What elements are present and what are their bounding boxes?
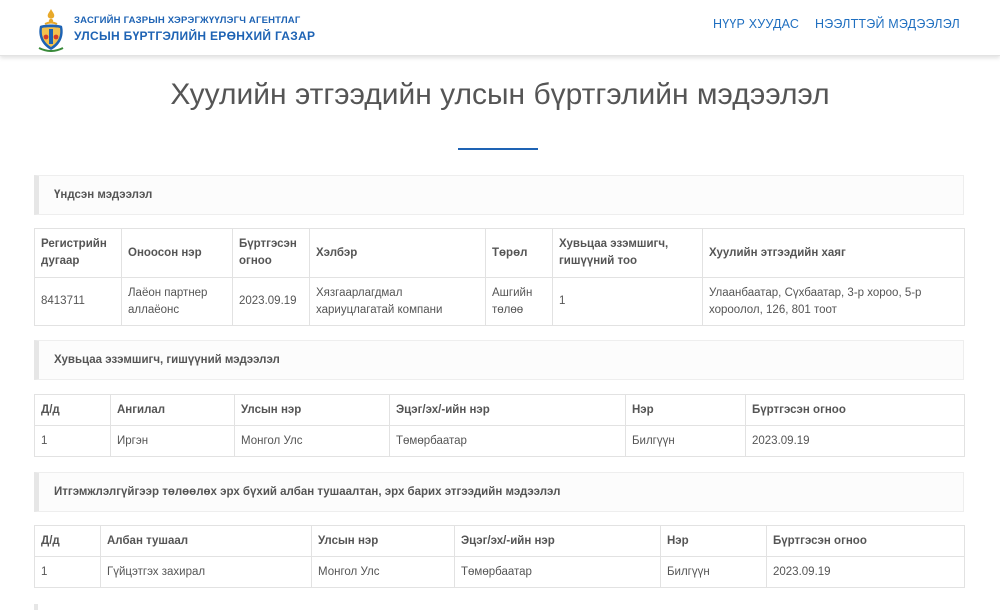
- column-header: Нэр: [625, 394, 746, 426]
- column-header: Бүртгэсэн огноо: [745, 394, 965, 426]
- table-cell: Лаёон партнер аллаёонс: [121, 277, 233, 326]
- column-header: Нэр: [660, 525, 767, 557]
- table-cell: 2023.09.19: [766, 556, 965, 588]
- column-header: Оноосон нэр: [121, 228, 233, 278]
- table-cell: 1: [34, 425, 111, 457]
- table-cell: Монгол Улс: [234, 425, 390, 457]
- agency-line1: ЗАСГИЙН ГАЗРЫН ХЭРЭГЖҮҮЛЭГЧ АГЕНТЛАГ: [74, 15, 301, 26]
- table-row: 8413711 Лаёон партнер аллаёонс 2023.09.1…: [34, 277, 965, 326]
- table-cell: Гүйцэтгэх захирал: [100, 556, 312, 588]
- column-header: Эцэг/эх/-ийн нэр: [454, 525, 661, 557]
- soyombo-emblem-icon[interactable]: [36, 8, 66, 52]
- table-cell: Ашгийн төлөө: [485, 277, 553, 326]
- title-underline: [458, 148, 538, 150]
- table-header-row: Регистрийн дугаар Оноосон нэр Бүртгэсэн …: [34, 228, 965, 278]
- column-header: Улсын нэр: [311, 525, 455, 557]
- basic-info-table: Регистрийн дугаар Оноосон нэр Бүртгэсэн …: [34, 228, 965, 326]
- table-cell: Билгүүн: [625, 425, 746, 457]
- section-basic-info-heading: Үндсэн мэдээлэл: [34, 175, 964, 215]
- site-header: ЗАСГИЙН ГАЗРЫН ХЭРЭГЖҮҮЛЭГЧ АГЕНТЛАГ УЛС…: [0, 0, 1000, 56]
- table-cell: Билгүүн: [660, 556, 767, 588]
- table-cell: Монгол Улс: [311, 556, 455, 588]
- column-header: Улсын нэр: [234, 394, 390, 426]
- table-header-row: Д/д Ангилал Улсын нэр Эцэг/эх/-ийн нэр Н…: [34, 394, 965, 426]
- nav-home-link[interactable]: НҮҮР ХУУДАС: [713, 17, 799, 31]
- next-section-edge: [34, 604, 38, 610]
- table-row: 1 Иргэн Монгол Улс Төмөрбаатар Билгүүн 2…: [34, 425, 965, 457]
- officials-table: Д/д Албан тушаал Улсын нэр Эцэг/эх/-ийн …: [34, 525, 965, 588]
- table-cell: Төмөрбаатар: [454, 556, 661, 588]
- table-cell: Хязгаарлагдмал хариуцлагатай компани: [309, 277, 486, 326]
- agency-line2: УЛСЫН БҮРТГЭЛИЙН ЕРӨНХИЙ ГАЗАР: [74, 29, 316, 43]
- table-cell: 2023.09.19: [745, 425, 965, 457]
- table-row: 1 Гүйцэтгэх захирал Монгол Улс Төмөрбаат…: [34, 556, 965, 588]
- column-header: Бүртгэсэн огноо: [232, 228, 310, 278]
- table-cell: Төмөрбаатар: [389, 425, 626, 457]
- table-cell: 2023.09.19: [232, 277, 310, 326]
- column-header: Д/д: [34, 525, 101, 557]
- table-cell: 8413711: [34, 277, 122, 326]
- column-header: Эцэг/эх/-ийн нэр: [389, 394, 626, 426]
- column-header: Хувьцаа эзэмшигч, гишүүний тоо: [552, 228, 703, 278]
- nav-open-info-link[interactable]: НЭЭЛТТЭЙ МЭДЭЭЛЭЛ: [815, 17, 960, 31]
- column-header: Ангилал: [110, 394, 235, 426]
- section-officials-heading: Итгэмжлэлгүйгээр төлөөлөх эрх бүхий алба…: [34, 472, 964, 512]
- table-cell: Иргэн: [110, 425, 235, 457]
- column-header: Регистрийн дугаар: [34, 228, 122, 278]
- column-header: Хуулийн этгээдийн хаяг: [702, 228, 965, 278]
- shareholders-table: Д/д Ангилал Улсын нэр Эцэг/эх/-ийн нэр Н…: [34, 394, 965, 457]
- column-header: Төрөл: [485, 228, 553, 278]
- column-header: Бүртгэсэн огноо: [766, 525, 965, 557]
- table-cell: 1: [552, 277, 703, 326]
- section-shareholders-heading: Хувьцаа эзэмшигч, гишүүний мэдээлэл: [34, 340, 964, 380]
- column-header: Албан тушаал: [100, 525, 312, 557]
- agency-name: ЗАСГИЙН ГАЗРЫН ХЭРЭГЖҮҮЛЭГЧ АГЕНТЛАГ УЛС…: [74, 15, 315, 43]
- page-title: Хуулийн этгээдийн улсын бүртгэлийн мэдээ…: [170, 78, 830, 111]
- table-cell: Улаанбаатар, Сүхбаатар, 3-р хороо, 5-р х…: [702, 277, 965, 326]
- table-cell: 1: [34, 556, 101, 588]
- column-header: Хэлбэр: [309, 228, 486, 278]
- column-header: Д/д: [34, 394, 111, 426]
- table-header-row: Д/д Албан тушаал Улсын нэр Эцэг/эх/-ийн …: [34, 525, 965, 557]
